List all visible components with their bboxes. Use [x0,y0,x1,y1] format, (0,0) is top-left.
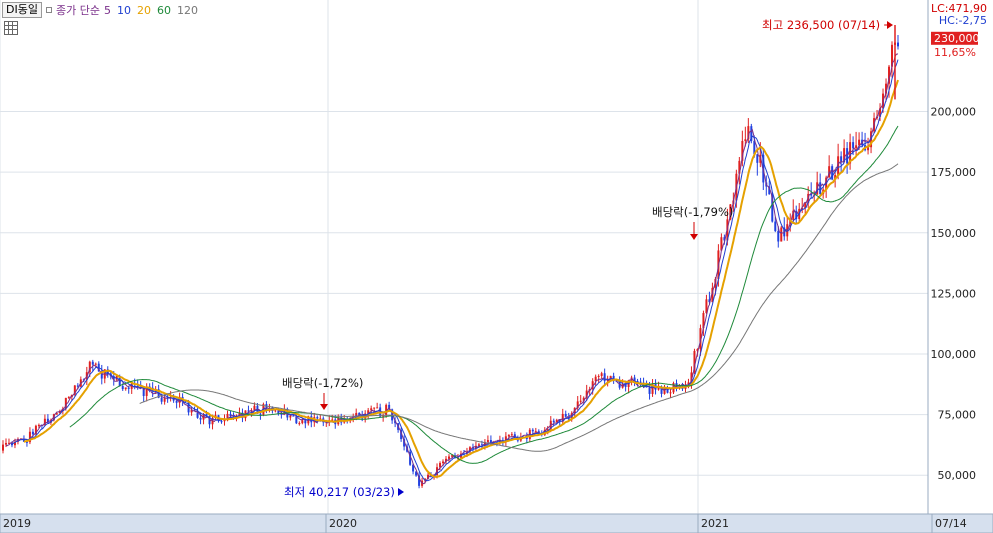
ma-period-5[interactable]: 5 [104,4,111,17]
ma-period-60[interactable]: 60 [157,4,171,17]
candle-body [669,392,672,394]
candle-body [124,387,127,390]
candle-body [67,397,70,399]
candle-body [274,410,277,412]
candle-body [780,227,783,242]
candle-body [603,373,606,382]
annotation-arrow-head [398,488,404,496]
y-tick-label: 200,000 [931,106,977,119]
candle-body [331,419,334,421]
ma-period-120[interactable]: 120 [177,4,198,17]
candle-body [744,139,747,141]
y-tick-label: 50,000 [938,469,977,482]
candle-body [442,461,445,464]
annotation-arrow-head [690,234,698,240]
candle-body [855,145,858,149]
chart-annotation: 최고 236,500 (07/14) [762,18,880,32]
chart-annotation: 배당락(-1,79%) [652,205,733,219]
y-tick-label: 125,000 [931,287,977,300]
candle-body [552,420,555,423]
hc-value: HC:-2,75 [938,14,987,27]
candle-body [819,182,822,195]
candle-body [4,443,7,445]
candle-body [439,463,442,468]
candle-body [1,444,4,451]
x-tick-label: 07/14 [935,517,967,530]
candle-body [94,363,97,365]
candle-body [579,400,582,402]
candle-body [450,455,453,457]
y-tick-label: 150,000 [931,227,977,240]
candle-body [600,373,603,376]
candle-body [897,42,899,47]
candle-body [220,421,223,423]
candle-body [373,407,376,409]
candle-body [175,400,178,403]
candle-body [510,434,513,436]
candle-body [163,398,166,402]
chart-annotation: 배당락(-1,72%) [282,376,363,390]
ma-line-20 [23,79,899,478]
candle-body [531,429,534,432]
annotation-arrow-head [320,404,328,410]
candle-body [301,420,304,424]
grid-icon[interactable] [4,21,18,35]
moving-average-periods: 5 10 20 60 120 [104,4,204,17]
candle-body [846,148,849,164]
price-chart: 50,000 75,000 100,000 125,000 150,000 175,000… [0,0,993,533]
x-tick-label: 2019 [3,517,31,530]
candle-body [37,424,40,426]
time-axis-bar [0,513,993,533]
candle-body [639,381,642,383]
chart-annotation: 최저 40,217 (03/23) [284,485,395,499]
change-percent-label: 11,65% [934,46,976,59]
stock-name-button[interactable]: DI동일 [2,2,42,18]
candle-body [648,387,651,394]
candle-body [624,384,627,388]
moving-average-label: 종가 단순 [55,4,100,17]
annotation-arrow-head [887,21,893,29]
candle-body [316,417,319,419]
candle-body [448,456,450,459]
ma-line-5 [5,53,899,485]
candle-body [564,413,567,417]
candle-body [91,361,94,365]
ma-line-10 [11,59,899,482]
candle-body [127,387,130,389]
candle-body [304,420,307,424]
current-price-label: 230,000 [934,32,980,45]
candle-body [199,417,202,420]
y-tick-label: 175,000 [931,166,977,179]
candle-body [597,375,600,377]
chart-header: DI동일 종가 단순 5 10 20 60 120 [2,2,204,18]
candle-body [852,142,855,149]
candle-body [160,397,163,402]
y-tick-label: 75,000 [938,409,977,422]
x-tick-label: 2021 [701,517,729,530]
chart-window: 50,000 75,000 100,000 125,000 150,000 175,000… [0,0,993,533]
y-tick-label: 100,000 [931,348,977,361]
candle-body [292,415,295,417]
x-tick-label: 2020 [329,517,357,530]
candle-body [774,221,777,232]
candle-body [867,147,870,151]
candle-body [486,440,489,442]
candle-body [121,386,124,390]
candle-body [777,231,780,242]
candle-body [507,434,510,437]
candle-body [858,139,861,146]
ma-period-20[interactable]: 20 [137,4,151,17]
candle-body [534,431,537,433]
candle-body [298,423,301,425]
settings-square-icon[interactable] [45,7,52,13]
ma-period-10[interactable]: 10 [117,4,131,17]
candle-body [376,407,379,409]
candle-body [31,431,34,435]
candle-body [259,413,262,415]
